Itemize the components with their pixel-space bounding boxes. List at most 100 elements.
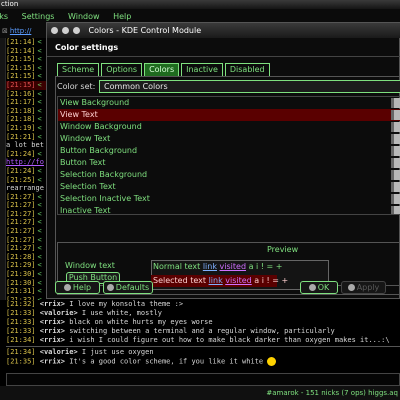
preview-label: Preview [267, 245, 299, 254]
color-role-item[interactable]: Inactive Text [58, 205, 400, 214]
color-swatch-button[interactable] [391, 146, 400, 156]
log-line-text: [21:27] [6, 235, 36, 244]
preview-selected-link[interactable]: link [209, 276, 223, 285]
ok-button[interactable]: OK [300, 281, 338, 294]
color-role-item[interactable]: Selection Text [58, 181, 400, 193]
log-line-nick-start: < [37, 270, 42, 279]
log-line-nick-start: < [37, 132, 42, 141]
color-role-label: Window Background [60, 122, 142, 131]
color-role-item[interactable]: View Text [58, 109, 400, 121]
log-line-nick-start: < [37, 244, 42, 253]
preview-visited-link[interactable]: visited [220, 262, 246, 271]
preview-selected-visited[interactable]: visited [225, 276, 251, 285]
chat-nick[interactable]: <rrix> [40, 327, 65, 335]
color-role-item[interactable]: Selection Inactive Text [58, 193, 400, 205]
color-swatch-button[interactable] [391, 170, 400, 180]
ok-icon [308, 284, 316, 291]
chat-nick[interactable]: <rrix> [40, 300, 65, 308]
preview-selected-line: Selected text link visited a i ! = + [151, 275, 288, 287]
log-line-text: [21:14] [6, 38, 36, 46]
dialog-titlebar[interactable]: Colors - KDE Control Module [47, 23, 400, 38]
chat-msg: i wish I could figure out how to make bl… [69, 336, 390, 344]
chat-nick[interactable]: <valorie> [40, 309, 78, 317]
color-swatch-button[interactable] [391, 122, 400, 132]
menu-bookmarks[interactable]: rks [0, 12, 8, 21]
log-line-text: [21:15] [6, 55, 36, 64]
log-line-text: [21:21] [6, 132, 36, 141]
main-window-title: ction [1, 0, 19, 8]
chat-msg: I just use oxygen [81, 348, 154, 356]
color-role-item[interactable]: Selection Background [58, 169, 400, 181]
chat-nick[interactable]: <rrix> [40, 358, 65, 366]
menu-help[interactable]: Help [113, 12, 131, 21]
menu-settings[interactable]: Settings [22, 12, 55, 21]
log-line-text: [21:18] [6, 115, 36, 124]
chat-time: [21:33] [6, 318, 36, 326]
log-line-text: [21:27] [6, 201, 36, 210]
log-line-nick-start: < [37, 89, 42, 98]
color-role-item[interactable]: View Background [58, 97, 400, 109]
preview-link[interactable]: link [203, 262, 217, 271]
color-role-label: Button Text [60, 158, 106, 167]
log-line-nick-start: < [37, 287, 42, 296]
log-line-nick-start: < [37, 235, 42, 244]
chat-time: [21:34] [6, 348, 36, 356]
color-role-item[interactable]: Button Background [58, 145, 400, 157]
help-button-label: Help [72, 283, 92, 292]
log-line-text: [21:17] [6, 98, 36, 107]
tab-inactive[interactable]: Inactive [181, 63, 223, 76]
color-role-label: View Background [60, 98, 130, 107]
color-swatch-button[interactable] [391, 110, 400, 120]
preview-normal-text: Normal text [153, 262, 201, 271]
close-tab-icon[interactable]: ⊠ [2, 27, 8, 35]
window-menu-icon[interactable] [51, 27, 58, 34]
chat-line: [21:33] <rrix> black on white hurts my e… [6, 318, 400, 327]
apply-icon [347, 284, 355, 291]
color-role-label: Selection Inactive Text [60, 194, 150, 203]
preview-selected-text: Selected text [153, 276, 207, 285]
log-line-nick-start: < [37, 175, 42, 184]
log-line-text: [21:30] [6, 270, 36, 279]
log-line-nick-start: < [37, 123, 42, 132]
color-swatch-button[interactable] [391, 158, 400, 168]
color-swatch-button[interactable] [391, 182, 400, 192]
tab-disabled[interactable]: Disabled [224, 63, 270, 76]
color-role-item[interactable]: Window Text [58, 133, 400, 145]
apply-button[interactable]: Apply [341, 281, 386, 294]
log-line-nick-start: < [37, 80, 42, 89]
tab-colors[interactable]: Colors [144, 63, 180, 76]
log-line-text: [21:14] [6, 46, 36, 55]
sticky-icon[interactable] [62, 27, 69, 34]
log-line-text: [21:27] [6, 192, 36, 201]
chat-input[interactable] [6, 373, 400, 386]
status-bar: #amarok - 151 nicks (7 ops) higgs.aq [0, 386, 400, 400]
color-role-item[interactable]: Button Text [58, 157, 400, 169]
log-line-nick-start: < [37, 72, 42, 81]
color-swatch-button[interactable] [391, 134, 400, 144]
color-role-label: Window Text [60, 134, 111, 143]
apply-button-label: Apply [356, 283, 380, 292]
tab-scheme[interactable]: Scheme [57, 63, 100, 76]
defaults-button[interactable]: Defaults [103, 281, 153, 294]
ok-button-label: OK [317, 283, 330, 292]
status-text: #amarok - 151 nicks (7 ops) higgs.aq [266, 389, 398, 397]
help-button[interactable]: Help [55, 281, 100, 294]
menu-window[interactable]: Window [68, 12, 100, 21]
color-swatch-button[interactable] [391, 206, 400, 214]
log-line-text: [21:29] [6, 261, 36, 270]
log-line-text: [21:27] [6, 244, 36, 253]
chat-nick[interactable]: <rrix> [40, 336, 65, 344]
log-line-text: [21:15] [6, 63, 36, 72]
color-set-select[interactable]: Common Colors [99, 80, 400, 93]
preview-selected-symbols: a i ! = + [254, 276, 289, 285]
chat-line: [21:34] <rrix> i wish I could figure out… [6, 336, 400, 345]
log-line-nick-start: < [37, 115, 42, 124]
color-swatch-button[interactable] [391, 194, 400, 204]
topic-url-link[interactable]: http:// [10, 27, 31, 35]
app-icon [73, 27, 80, 34]
color-role-item[interactable]: Window Background [58, 121, 400, 133]
chat-nick[interactable]: <rrix> [40, 318, 65, 326]
tab-options[interactable]: Options [101, 63, 143, 76]
chat-nick[interactable]: <valorie> [40, 348, 78, 356]
color-swatch-button[interactable] [391, 98, 400, 108]
